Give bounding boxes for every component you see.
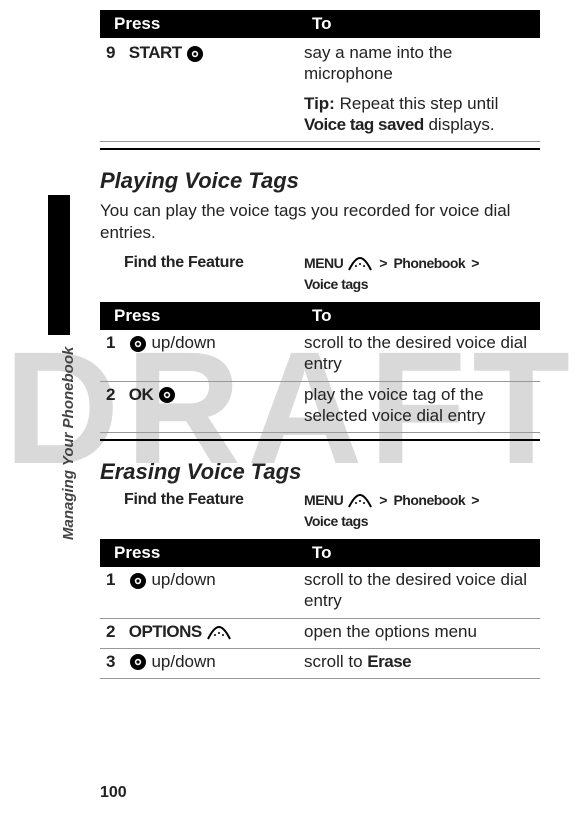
- step-description-prefix: scroll to: [304, 652, 367, 671]
- path-voicetags: Voice tags: [304, 513, 368, 529]
- path-phonebook: Phonebook: [393, 492, 465, 508]
- key-label: up/down: [151, 333, 215, 352]
- table-row: 2 OK play the voice tag of the selected …: [100, 381, 540, 433]
- table-end-rule: [100, 439, 540, 441]
- path-separator: >: [471, 492, 479, 508]
- menu-label: MENU: [304, 492, 343, 508]
- key-label: up/down: [151, 652, 215, 671]
- path-separator: >: [471, 255, 479, 271]
- top-instruction-table: Press To 9 START say a name into the mic…: [100, 10, 540, 142]
- page-content: Press To 9 START say a name into the mic…: [0, 0, 580, 816]
- heading-erasing: Erasing Voice Tags: [100, 459, 540, 485]
- step-description: play the voice tag of the selected voice…: [298, 381, 540, 433]
- col-to: To: [298, 10, 540, 38]
- table-end-rule: [100, 148, 540, 150]
- path-separator: >: [379, 255, 387, 271]
- path-separator: >: [379, 492, 387, 508]
- table-row: 1 up/down scroll to the desired voice di…: [100, 567, 540, 618]
- round-button-icon: [129, 335, 147, 353]
- col-to: To: [298, 302, 540, 330]
- find-feature-label: Find the Feature: [100, 491, 304, 509]
- path-voicetags: Voice tags: [304, 276, 368, 292]
- side-chapter-label: Managing Your Phonebook: [60, 347, 77, 540]
- col-to: To: [298, 539, 540, 567]
- col-press: Press: [100, 302, 298, 330]
- step-number: 3: [106, 651, 124, 672]
- step-number: 9: [106, 42, 124, 63]
- round-button-icon: [186, 45, 204, 63]
- step-number: 2: [106, 621, 124, 642]
- body-playing: You can play the voice tags you recorded…: [100, 200, 540, 244]
- key-label: OPTIONS: [129, 622, 202, 641]
- col-press: Press: [100, 539, 298, 567]
- table-row: 1 up/down scroll to the desired voice di…: [100, 330, 540, 381]
- key-label: OK: [129, 385, 154, 404]
- playing-instruction-table: Press To 1 up/down scroll to the desired…: [100, 302, 540, 433]
- path-phonebook: Phonebook: [393, 255, 465, 271]
- step-description: scroll to the desired voice dial entry: [298, 567, 540, 618]
- softkey-icon: [347, 254, 373, 272]
- erasing-instruction-table: Press To 1 up/down scroll to the desired…: [100, 539, 540, 679]
- round-button-icon: [129, 572, 147, 590]
- step-description: scroll to the desired voice dial entry: [298, 330, 540, 381]
- table-row: 3 up/down scroll to Erase: [100, 648, 540, 678]
- tip-bold: Voice tag saved: [304, 115, 424, 134]
- menu-path: MENU > Phonebook > Voice tags: [304, 254, 540, 292]
- softkey-icon: [347, 491, 373, 509]
- step-description: say a name into the microphone: [298, 38, 540, 91]
- step-number: 2: [106, 384, 124, 405]
- round-button-icon: [129, 653, 147, 671]
- round-button-icon: [158, 386, 176, 404]
- heading-playing: Playing Voice Tags: [100, 168, 540, 194]
- find-feature-erasing: Find the Feature MENU > Phonebook > Voic…: [100, 491, 540, 529]
- key-label: up/down: [151, 570, 215, 589]
- table-row: 9 START say a name into the microphone: [100, 38, 540, 91]
- tip-text-suffix: displays.: [424, 115, 495, 134]
- table-row: 2 OPTIONS open the options menu: [100, 618, 540, 648]
- thumb-tab: [48, 195, 70, 335]
- table-row: Tip: Repeat this step until Voice tag sa…: [100, 91, 540, 142]
- menu-label: MENU: [304, 255, 343, 271]
- tip-label: Tip:: [304, 94, 335, 113]
- step-description-bold: Erase: [367, 652, 411, 671]
- step-number: 1: [106, 332, 124, 353]
- find-feature-label: Find the Feature: [100, 254, 304, 272]
- softkey-icon: [206, 623, 232, 641]
- key-label: START: [129, 43, 182, 62]
- menu-path: MENU > Phonebook > Voice tags: [304, 491, 540, 529]
- tip-text-prefix: Repeat this step until: [335, 94, 498, 113]
- col-press: Press: [100, 10, 298, 38]
- step-description: open the options menu: [298, 618, 540, 648]
- step-number: 1: [106, 569, 124, 590]
- find-feature-playing: Find the Feature MENU > Phonebook > Voic…: [100, 254, 540, 292]
